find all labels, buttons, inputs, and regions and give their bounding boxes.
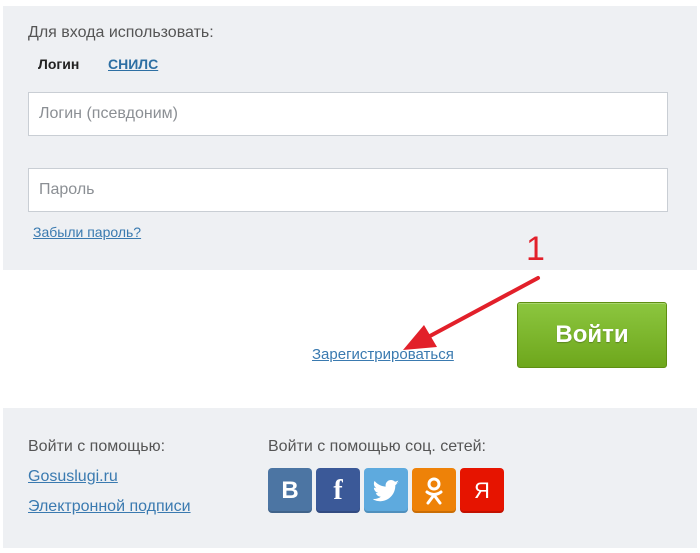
twitter-button[interactable] — [364, 468, 408, 513]
alt-login-title: Войти с помощью: — [28, 438, 166, 455]
vk-icon: В — [281, 476, 299, 504]
tab-login[interactable]: Логин — [38, 56, 79, 72]
tab-snils[interactable]: СНИЛС — [108, 56, 158, 72]
gosuslugi-link[interactable]: Gosuslugi.ru — [28, 468, 118, 486]
vk-button[interactable]: В — [268, 468, 312, 513]
yandex-button[interactable]: Я — [460, 468, 504, 513]
facebook-button[interactable]: f — [316, 468, 360, 513]
password-input[interactable] — [28, 168, 668, 212]
social-login-title: Войти с помощью соц. сетей: — [268, 438, 486, 455]
digital-signature-link[interactable]: Электронной подписи — [28, 498, 191, 516]
forgot-password-link[interactable]: Забыли пароль? — [33, 224, 141, 240]
yandex-icon: Я — [474, 477, 490, 503]
login-button[interactable]: Войти — [517, 302, 667, 368]
login-input[interactable] — [28, 92, 668, 136]
odnoklassniki-icon — [425, 477, 443, 504]
twitter-icon — [372, 479, 399, 501]
login-method-prompt: Для входа использовать: — [28, 24, 214, 41]
facebook-icon: f — [333, 474, 343, 506]
odnoklassniki-button[interactable] — [412, 468, 456, 513]
register-link[interactable]: Зарегистрироваться — [312, 346, 454, 363]
annotation-number: 1 — [526, 230, 545, 268]
